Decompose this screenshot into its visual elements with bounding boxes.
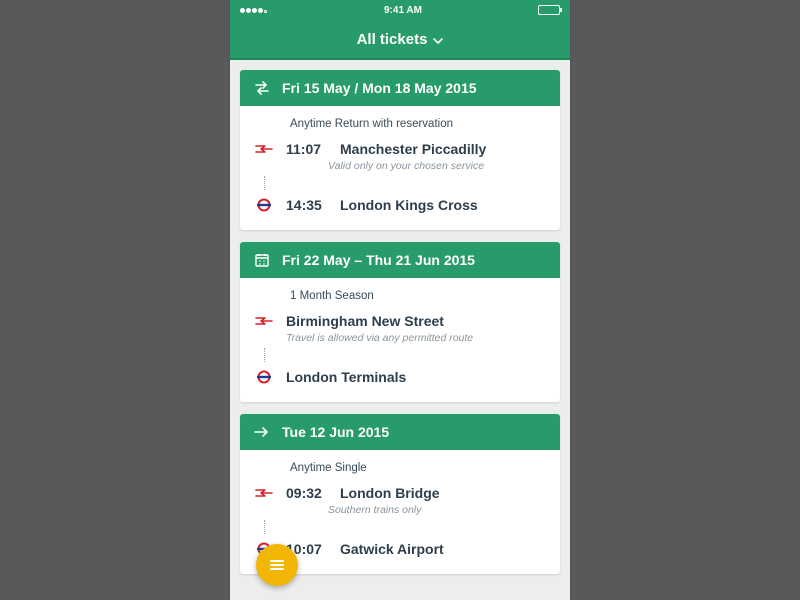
- status-time: 9:41 AM: [384, 5, 422, 16]
- origin-row: 11:07 Manchester Piccadilly: [254, 138, 546, 160]
- destination-station: Gatwick Airport: [340, 541, 444, 557]
- status-bar: 9:41 AM: [230, 0, 570, 20]
- chevron-down-icon: [433, 31, 443, 48]
- single-trip-icon: [254, 427, 270, 437]
- destination-time: 14:35: [286, 197, 328, 213]
- national-rail-icon: [254, 144, 274, 154]
- underground-icon: [254, 197, 274, 213]
- origin-station: Birmingham New Street: [286, 313, 444, 329]
- ticket-type-label: Anytime Return with reservation: [290, 118, 546, 130]
- underground-icon: [254, 369, 274, 385]
- route-connector-icon: [254, 520, 274, 534]
- ticket-list: Fri 15 May / Mon 18 May 2015 Anytime Ret…: [230, 60, 570, 600]
- destination-station: London Kings Cross: [340, 197, 478, 213]
- ticket-card-body: 1 Month Season Birmingham New Street Tra…: [240, 278, 560, 402]
- national-rail-icon: [254, 316, 274, 326]
- ticket-note: Southern trains only: [328, 504, 546, 516]
- national-rail-icon: [254, 488, 274, 498]
- destination-row: 14:35 London Kings Cross: [254, 194, 546, 216]
- navbar-title-dropdown[interactable]: All tickets: [230, 20, 570, 60]
- ticket-note: Travel is allowed via any permitted rout…: [286, 332, 546, 344]
- connector-row: [254, 172, 546, 194]
- route-connector-icon: [254, 176, 274, 190]
- battery-icon: [538, 5, 560, 15]
- ticket-card[interactable]: Fri 15 May / Mon 18 May 2015 Anytime Ret…: [240, 70, 560, 230]
- destination-row: 10:07 Gatwick Airport: [254, 538, 546, 560]
- ticket-card-body: Anytime Return with reservation 11:07 Ma…: [240, 106, 560, 230]
- origin-row: 09:32 London Bridge: [254, 482, 546, 504]
- ticket-date-range: Tue 12 Jun 2015: [282, 424, 389, 440]
- route-connector-icon: [254, 348, 274, 362]
- connector-row: [254, 344, 546, 366]
- calendar-icon: [254, 253, 270, 267]
- origin-time: 11:07: [286, 141, 328, 157]
- ticket-date-range: Fri 22 May – Thu 21 Jun 2015: [282, 252, 475, 268]
- origin-time: 09:32: [286, 485, 328, 501]
- connector-row: [254, 516, 546, 538]
- destination-station: London Terminals: [286, 369, 406, 385]
- ticket-type-label: 1 Month Season: [290, 290, 546, 302]
- ticket-card-header: Fri 22 May – Thu 21 Jun 2015: [240, 242, 560, 278]
- origin-row: Birmingham New Street: [254, 310, 546, 332]
- destination-row: London Terminals: [254, 366, 546, 388]
- phone-screen: 9:41 AM All tickets Fri 15 May / Mon 18 …: [230, 0, 570, 600]
- ticket-date-range: Fri 15 May / Mon 18 May 2015: [282, 80, 477, 96]
- ticket-note: Valid only on your chosen service: [328, 160, 546, 172]
- ticket-card-header: Fri 15 May / Mon 18 May 2015: [240, 70, 560, 106]
- ticket-type-label: Anytime Single: [290, 462, 546, 474]
- origin-station: London Bridge: [340, 485, 440, 501]
- ticket-card-header: Tue 12 Jun 2015: [240, 414, 560, 450]
- return-trip-icon: [254, 81, 270, 95]
- signal-dots-icon: [240, 5, 268, 16]
- menu-fab-button[interactable]: [256, 544, 298, 586]
- origin-station: Manchester Piccadilly: [340, 141, 486, 157]
- ticket-card[interactable]: Fri 22 May – Thu 21 Jun 2015 1 Month Sea…: [240, 242, 560, 402]
- menu-icon: [270, 558, 284, 572]
- navbar-title-label: All tickets: [357, 31, 428, 48]
